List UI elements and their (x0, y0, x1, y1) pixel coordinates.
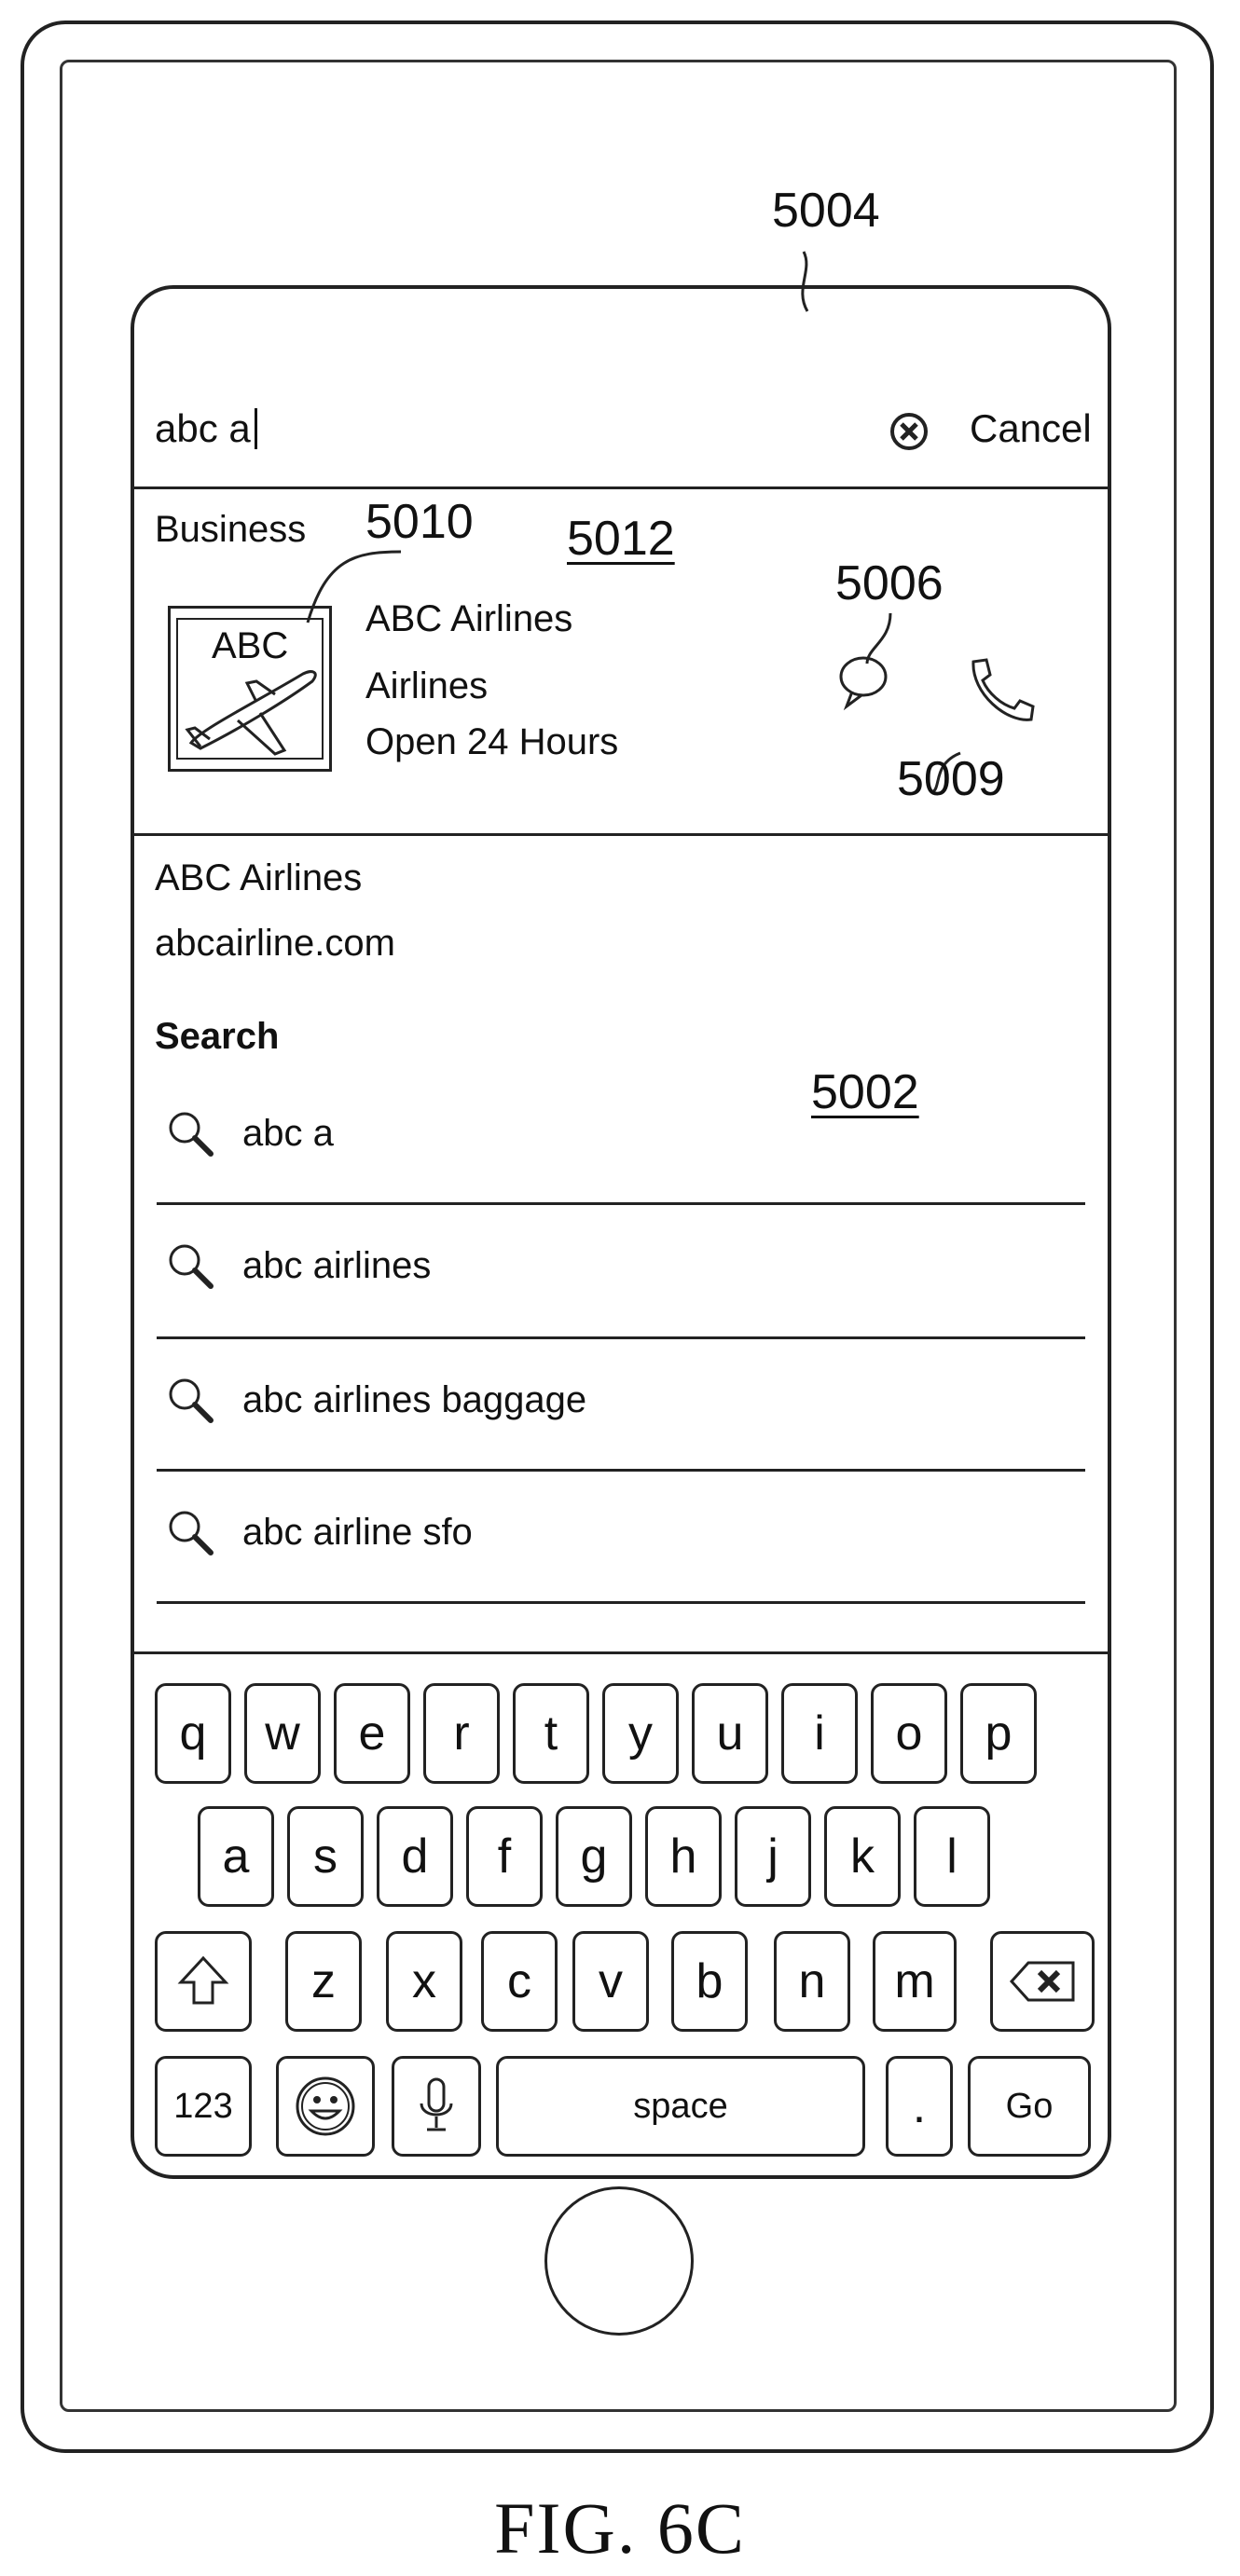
emoji-icon (293, 2074, 358, 2139)
key-n[interactable]: n (774, 1931, 850, 2032)
search-icon (164, 1374, 216, 1426)
search-section-heading: Search (155, 1016, 279, 1058)
shift-icon (177, 1954, 229, 2008)
business-logo-text: ABC (212, 625, 288, 667)
key-v[interactable]: v (572, 1931, 649, 2032)
divider-suggestion (157, 1601, 1085, 1604)
suggestion-row[interactable]: abc airline sfo (164, 1504, 473, 1560)
key-d[interactable]: d (377, 1806, 453, 1907)
search-icon (164, 1240, 216, 1292)
key-h[interactable]: h (645, 1806, 722, 1907)
divider-search-bar (132, 486, 1108, 489)
site-result-url[interactable]: abcairline.com (155, 923, 395, 965)
home-button[interactable] (544, 2186, 694, 2336)
key-x[interactable]: x (386, 1931, 462, 2032)
search-icon (164, 1506, 216, 1558)
key-g[interactable]: g (556, 1806, 632, 1907)
divider-business-card (132, 833, 1108, 836)
business-logo[interactable]: ABC (168, 606, 332, 772)
shift-key[interactable] (155, 1931, 252, 2032)
space-key[interactable]: space (496, 2056, 865, 2157)
phone-icon[interactable] (960, 656, 1039, 729)
suggestion-row[interactable]: abc airlines baggage (164, 1372, 586, 1428)
key-m[interactable]: m (873, 1931, 957, 2032)
clear-icon[interactable] (888, 410, 930, 453)
key-e[interactable]: e (334, 1683, 410, 1784)
business-category: Airlines (365, 665, 488, 707)
backspace-key[interactable] (990, 1931, 1095, 2032)
key-p[interactable]: p (960, 1683, 1037, 1784)
suggestion-row[interactable]: abc airlines (164, 1238, 431, 1294)
key-r[interactable]: r (423, 1683, 500, 1784)
figure-caption: FIG. 6C (0, 2487, 1240, 2570)
search-input[interactable]: abc a (155, 406, 257, 451)
period-key[interactable]: . (886, 2056, 953, 2157)
cancel-button[interactable]: Cancel (970, 406, 1092, 451)
message-bubble-icon[interactable] (835, 652, 891, 712)
key-k[interactable]: k (824, 1806, 901, 1907)
divider-suggestion (157, 1202, 1085, 1205)
key-s[interactable]: s (287, 1806, 364, 1907)
numbers-key[interactable]: 123 (155, 2056, 252, 2157)
divider-suggestion (157, 1336, 1085, 1339)
label-message-icon: 5006 (835, 555, 944, 611)
suggestion-text: abc a (242, 1113, 334, 1155)
business-hours: Open 24 Hours (365, 721, 618, 763)
key-z[interactable]: z (285, 1931, 362, 2032)
key-o[interactable]: o (871, 1683, 947, 1784)
go-key[interactable]: Go (968, 2056, 1091, 2157)
suggestion-text: abc airline sfo (242, 1512, 473, 1554)
label-logo: 5010 (365, 494, 474, 550)
suggestion-text: abc airlines baggage (242, 1379, 586, 1421)
search-icon (164, 1107, 216, 1159)
business-section-label: Business (155, 509, 306, 551)
key-c[interactable]: c (481, 1931, 558, 2032)
key-w[interactable]: w (244, 1683, 321, 1784)
site-result-title[interactable]: ABC Airlines (155, 857, 362, 899)
divider-suggestion (157, 1469, 1085, 1472)
label-phone-icon: 5009 (897, 751, 1005, 807)
key-t[interactable]: t (513, 1683, 589, 1784)
suggestion-row[interactable]: abc a (164, 1105, 334, 1161)
key-q[interactable]: q (155, 1683, 231, 1784)
text-cursor (255, 408, 257, 449)
airplane-icon (182, 665, 322, 761)
label-card: 5012 (567, 511, 675, 567)
key-b[interactable]: b (671, 1931, 748, 2032)
microphone-icon (418, 2076, 455, 2137)
backspace-icon (1008, 1959, 1077, 2004)
key-u[interactable]: u (692, 1683, 768, 1784)
label-device: 5004 (772, 183, 880, 239)
key-f[interactable]: f (466, 1806, 543, 1907)
emoji-key[interactable] (276, 2056, 375, 2157)
key-j[interactable]: j (735, 1806, 811, 1907)
key-a[interactable]: a (198, 1806, 274, 1907)
key-i[interactable]: i (781, 1683, 858, 1784)
business-name: ABC Airlines (365, 598, 572, 640)
key-y[interactable]: y (602, 1683, 679, 1784)
key-l[interactable]: l (914, 1806, 990, 1907)
label-suggestions-area: 5002 (811, 1064, 919, 1120)
search-query: abc a (155, 406, 251, 450)
divider-keyboard (132, 1651, 1108, 1654)
suggestion-text: abc airlines (242, 1245, 431, 1287)
microphone-key[interactable] (392, 2056, 481, 2157)
